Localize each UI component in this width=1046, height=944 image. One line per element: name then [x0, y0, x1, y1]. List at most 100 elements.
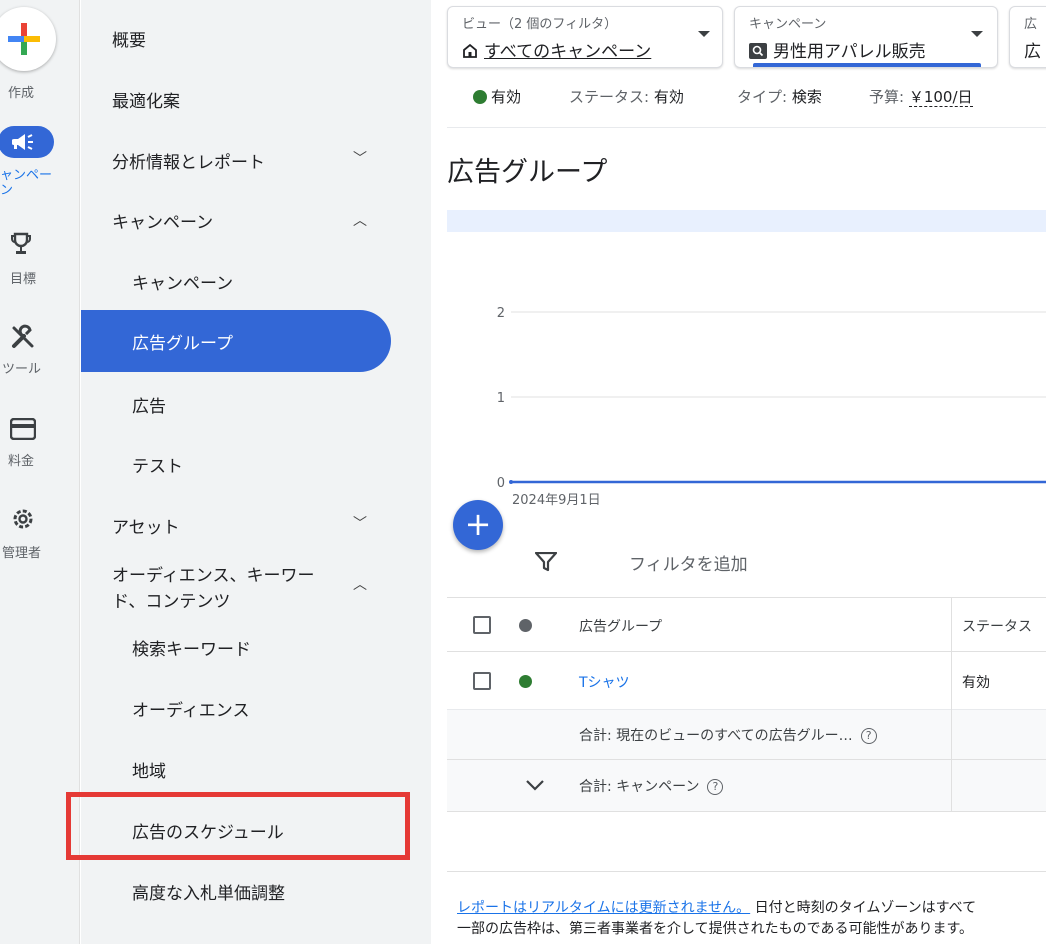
- goals-label: 目標: [10, 272, 37, 287]
- campaign-status-row: 有効 ステータス: 有効 タイプ: 検索 予算: ￥100/日: [431, 86, 1046, 112]
- admin-label: 管理者: [2, 546, 42, 561]
- tools-icon[interactable]: [10, 324, 36, 350]
- view-value-wrap: すべてのキャンペーン: [462, 37, 651, 62]
- y-tick-label: 2: [497, 306, 505, 321]
- megaphone-icon: [12, 134, 33, 150]
- chevron-up-icon[interactable]: ︿: [353, 210, 367, 230]
- nav-audiences-line2[interactable]: ド、コンテンツ: [112, 587, 230, 612]
- status-field: ステータス: 有効: [569, 86, 684, 107]
- nav-ads[interactable]: 広告: [132, 392, 166, 417]
- nav-locations[interactable]: 地域: [132, 757, 166, 782]
- nav-audiences-line1[interactable]: オーディエンス、キーワー: [112, 561, 314, 586]
- total-view-label: 合計: 現在のビューのすべての広告グルー…: [579, 728, 853, 744]
- campaign-selector[interactable]: キャンペーン 男性用アパレル販売: [734, 6, 998, 68]
- nav-campaigns[interactable]: キャンペーン: [132, 269, 233, 294]
- chevron-up-icon[interactable]: ︿: [353, 574, 367, 594]
- nav-assets[interactable]: アセット: [112, 513, 180, 538]
- footer-text1: 日付と時刻のタイムゾーンはすべて: [750, 900, 977, 916]
- nav-ad-groups[interactable]: 広告グループ: [132, 329, 233, 354]
- column-divider: [951, 710, 952, 760]
- enabled-dot: [519, 675, 532, 688]
- table-row: Tシャツ 有効: [447, 652, 1046, 710]
- chevron-down-icon[interactable]: ﹀: [353, 148, 367, 168]
- campaign-value: 男性用アパレル販売: [773, 42, 926, 62]
- view-selector[interactable]: ビュー（2 個のフィルタ） すべてのキャンペーン: [447, 6, 723, 68]
- ad-group-selector-label: 広: [1024, 17, 1038, 32]
- billing-label: 料金: [8, 454, 35, 469]
- ad-group-selector-value: 広: [1024, 42, 1041, 62]
- filter-bar[interactable]: フィルタを追加: [447, 530, 1046, 598]
- nav-advanced-bid[interactable]: 高度な入札単価調整: [132, 879, 285, 904]
- column-divider: [951, 652, 952, 710]
- chevron-down-icon[interactable]: [525, 778, 545, 792]
- campaigns-rail-label: ャンペーン: [0, 168, 53, 198]
- total-campaign-wrap: 合計: キャンペーン?: [579, 776, 724, 796]
- enabled-dot: [473, 90, 487, 104]
- view-label: ビュー（2 個のフィルタ）: [462, 17, 618, 32]
- view-value: すべてのキャンペーン: [484, 42, 652, 62]
- nav-campaigns-section[interactable]: キャンペーン: [112, 208, 213, 233]
- credit-card-icon[interactable]: [10, 418, 36, 440]
- total-view-wrap: 合計: 現在のビューのすべての広告グルー…?: [579, 725, 877, 745]
- nav-ad-groups-active[interactable]: [81, 310, 391, 372]
- status-field-label: ステータス:: [569, 88, 654, 106]
- col-ad-group[interactable]: 広告グループ: [579, 616, 662, 636]
- help-icon[interactable]: ?: [860, 728, 877, 744]
- divider: [447, 127, 1046, 128]
- col-status[interactable]: ステータス: [962, 616, 1032, 636]
- help-icon[interactable]: ?: [707, 779, 724, 795]
- footer-line2: 一部の広告枠は、第三者事業者を介して提供されたものである可能性があります。: [457, 921, 974, 937]
- row-checkbox[interactable]: [473, 672, 491, 690]
- chevron-down-icon[interactable]: ﹀: [353, 513, 367, 533]
- footer-note: レポートはリアルタイムには更新されません。 日付と時刻のタイムゾーンはすべて 一…: [457, 898, 1046, 940]
- caret-down-icon: [971, 31, 983, 37]
- nav-insights[interactable]: 分析情報とレポート: [112, 148, 265, 173]
- nav-search-keywords[interactable]: 検索キーワード: [132, 635, 251, 660]
- total-campaign-row: 合計: キャンペーン?: [447, 760, 1046, 812]
- type-field: タイプ: 検索: [737, 86, 822, 107]
- nav-overview[interactable]: 概要: [112, 26, 146, 51]
- x-tick-label: 2024年9月1日: [512, 493, 601, 508]
- caret-down-icon: [698, 31, 710, 37]
- filter-icon[interactable]: [535, 552, 557, 572]
- trophy-icon[interactable]: [10, 232, 32, 256]
- status-dot-header: [519, 619, 532, 632]
- create-label: 作成: [8, 86, 35, 101]
- total-campaign-label: 合計: キャンペーン: [579, 779, 700, 795]
- nav-recommendations[interactable]: 最適化案: [112, 87, 180, 112]
- nav-audiences[interactable]: オーディエンス: [132, 696, 249, 721]
- ad-group-link[interactable]: Tシャツ: [579, 672, 630, 692]
- select-all-checkbox[interactable]: [473, 616, 491, 634]
- type-field-value: 検索: [791, 88, 822, 106]
- budget-field[interactable]: 予算: ￥100/日: [869, 86, 973, 107]
- footer-line1: レポートはリアルタイムには更新されません。 日付と時刻のタイムゾーンはすべて: [457, 898, 1046, 919]
- enabled-status[interactable]: 有効: [473, 86, 521, 107]
- main-content: ビュー（2 個のフィルタ） すべてのキャンペーン キャンペーン 男性用アパレル販…: [431, 0, 1046, 944]
- highlight-box: [66, 792, 410, 860]
- budget-field-label: 予算:: [869, 88, 909, 106]
- create-button[interactable]: [0, 7, 56, 71]
- budget-field-value: ￥100/日: [908, 88, 973, 107]
- report-delay-link[interactable]: レポートはリアルタイムには更新されません。: [457, 900, 750, 916]
- performance-chart: 0 1 2 2024年9月1日: [497, 306, 1046, 508]
- chart-header-band: [447, 210, 1046, 232]
- home-icon: [463, 43, 477, 58]
- page-title: 広告グループ: [447, 157, 608, 188]
- campaigns-rail-button[interactable]: [0, 126, 54, 158]
- ad-group-selector[interactable]: 広 広: [1009, 6, 1046, 68]
- campaign-label: キャンペーン: [749, 17, 827, 32]
- y-tick-label: 1: [497, 391, 505, 406]
- campaign-value-wrap: 男性用アパレル販売: [749, 37, 926, 62]
- type-field-label: タイプ:: [737, 88, 792, 106]
- status-field-value: 有効: [653, 88, 684, 106]
- data-point: [509, 480, 513, 484]
- plus-icon: [8, 23, 40, 55]
- table-spacer: [447, 812, 1046, 872]
- add-filter-label[interactable]: フィルタを追加: [629, 550, 748, 575]
- active-underline: [753, 63, 981, 67]
- search-campaign-icon: [749, 43, 767, 59]
- y-tick-label: 0: [497, 476, 505, 491]
- nav-experiments[interactable]: テスト: [132, 452, 183, 477]
- table-header-row: 広告グループ ステータス: [447, 598, 1046, 652]
- gear-icon[interactable]: [10, 506, 36, 532]
